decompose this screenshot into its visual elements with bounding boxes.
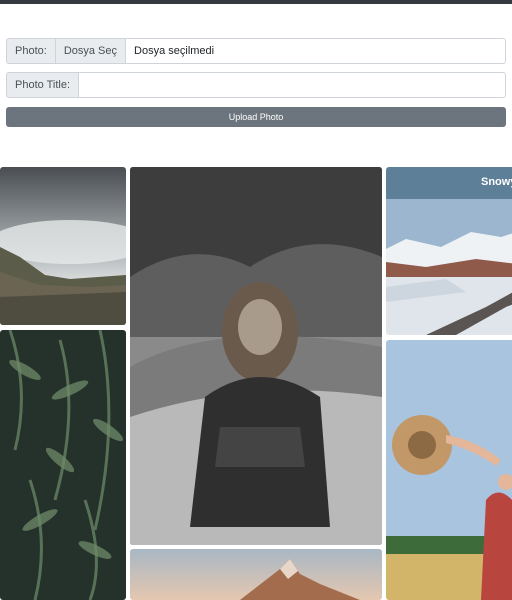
photo-fern-leaves[interactable] (0, 330, 126, 600)
file-status-text[interactable]: Dosya seçilmedi (126, 38, 506, 64)
photo-woman-with-hat-image (386, 340, 512, 600)
photo-mountain-peak[interactable] (130, 549, 382, 600)
photo-title-input[interactable] (79, 72, 506, 98)
top-navbar (0, 0, 512, 4)
photo-title-label: Photo Title: (6, 72, 80, 98)
photo-woman-with-hat[interactable] (386, 340, 512, 600)
photo-snowy-mountains-image (386, 167, 512, 335)
photo-mountain-peak-image (130, 549, 382, 600)
photo-snowy-mountains[interactable] (386, 167, 512, 335)
photo-woman-on-car[interactable] (130, 167, 382, 545)
photo-file-group: Photo: Dosya Seç Dosya seçilmedi (6, 38, 506, 64)
upload-photo-button[interactable]: Upload Photo (6, 107, 506, 127)
photo-misty-mountains-image (0, 167, 126, 325)
photo-title-group: Photo Title: (6, 72, 506, 98)
photo-woman-on-car-image (130, 167, 382, 545)
photo-label: Photo: (6, 38, 56, 64)
photo-misty-mountains[interactable] (0, 167, 126, 325)
photo-caption: Snowy (481, 176, 512, 188)
photo-fern-leaves-image (0, 330, 126, 600)
choose-file-button[interactable]: Dosya Seç (55, 38, 127, 64)
